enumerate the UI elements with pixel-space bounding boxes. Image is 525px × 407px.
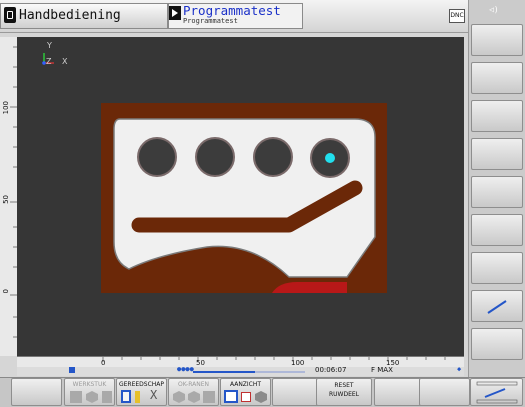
status-icon [69, 367, 75, 373]
ruler-h-label-0: 0 [101, 359, 106, 367]
tool-yellow-icon [135, 391, 140, 403]
dnc-badge: DNC [449, 9, 465, 23]
header-bar: Handbediening Programmatest Programmates… [0, 0, 468, 33]
vertical-softkey-bar: ◁) [468, 0, 525, 380]
vertical-softkey-6[interactable] [471, 214, 523, 246]
vertical-softkey-8[interactable] [471, 290, 523, 322]
view-side-icon [241, 392, 251, 402]
ruler-v-label-100: 100 [2, 101, 10, 115]
shape-hex2-icon [188, 391, 200, 403]
speaker-icon: ◁) [489, 5, 499, 14]
vertical-softkey-2[interactable] [471, 62, 523, 94]
softkey-blank-8[interactable] [419, 378, 470, 406]
shape-hex-icon [173, 391, 185, 403]
hex-icon [86, 391, 98, 403]
progress-track [193, 371, 305, 373]
cross-tool-icon: X [150, 388, 158, 402]
view-3d-icon [255, 391, 267, 403]
hole-3 [253, 137, 293, 177]
block-icon [102, 391, 112, 403]
mode-right-label: Programmatest [183, 3, 281, 18]
softkey-switch[interactable] [470, 378, 523, 406]
ruler-h-label-50: 50 [196, 359, 205, 367]
simulation-graphics-view[interactable]: Y X Z [17, 37, 464, 356]
program-test-icon [169, 6, 181, 20]
vertical-softkey-3[interactable] [471, 100, 523, 132]
mode-tab-manual[interactable]: Handbediening [0, 3, 168, 29]
view-plan-icon [224, 390, 238, 403]
ruler-h-label-100: 100 [291, 359, 305, 367]
vertical-ruler: 100 50 0 [0, 37, 18, 356]
tool-position-marker [325, 153, 335, 163]
ruler-v-label-0: 0 [2, 289, 10, 294]
run-time: 00:06:07 [315, 366, 347, 374]
hole-2 [195, 137, 235, 177]
vertical-softkey-5[interactable] [471, 176, 523, 208]
softkey-ok-ranen[interactable]: OK-RANEN [168, 378, 219, 406]
mode-tab-program-test[interactable]: Programmatest Programmatest [168, 3, 303, 29]
softkey-toggle-icon [476, 381, 518, 404]
workpiece-simulation [42, 53, 387, 293]
status-bar: ●●●● 00:06:07 F MAX ◆ [17, 365, 464, 376]
softkey-aanzicht[interactable]: AANZICHT [220, 378, 271, 406]
manual-mode-icon [4, 7, 16, 23]
vertical-softkey-4[interactable] [471, 138, 523, 170]
hole-1 [137, 137, 177, 177]
ruler-v-label-50: 50 [2, 195, 10, 204]
progress-dots-icon: ●●●● [177, 365, 194, 373]
softkey-blank-left[interactable] [11, 378, 62, 406]
workpiece-icon [70, 391, 82, 403]
program-name: Programmatest [183, 17, 238, 25]
status-arrow-icon: ◆ [457, 365, 462, 373]
axis-z-label: Z [46, 57, 52, 66]
feed-rate: F MAX [371, 366, 393, 374]
horizontal-softkey-bar: WERKSTUK GEREEDSCHAP X OK-RANEN AANZICHT… [0, 377, 525, 407]
softkey-reset-ruwdeel[interactable]: RESET RUWDEEL [316, 378, 372, 406]
pencil-icon [487, 300, 507, 314]
softkey-werkstuk[interactable]: WERKSTUK [64, 378, 115, 406]
softkey-blank-7[interactable] [374, 378, 425, 406]
axis-y-label: Y [47, 41, 52, 50]
progress-fill [193, 371, 255, 373]
axis-x-label: X [62, 57, 68, 66]
shape-square-icon [203, 391, 215, 403]
vertical-softkey-9[interactable] [471, 328, 523, 360]
vertical-softkey-7[interactable] [471, 252, 523, 284]
vertical-softkey-1[interactable] [471, 24, 523, 56]
mode-left-label: Handbediening [19, 8, 121, 23]
softkey-gereedschap[interactable]: GEREEDSCHAP X [116, 378, 167, 406]
tool-icon [121, 390, 131, 403]
